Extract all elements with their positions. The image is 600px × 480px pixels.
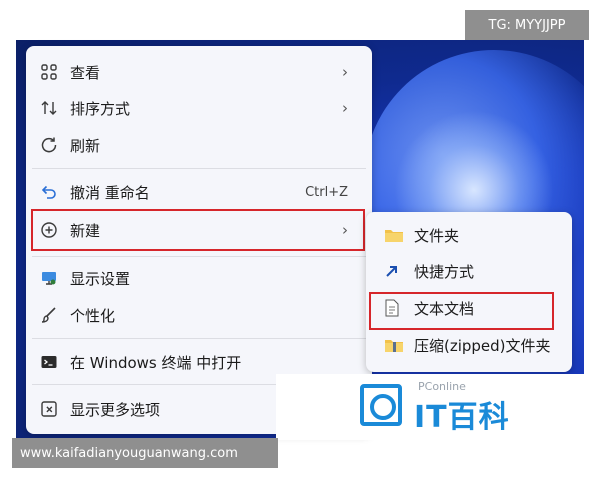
menu-item-personalize[interactable]: 个性化 bbox=[32, 297, 366, 333]
submenu-item-zip-folder[interactable]: 压缩(zipped)文件夹 bbox=[372, 328, 566, 362]
menu-item-label: 在 Windows 终端 中打开 bbox=[70, 353, 242, 372]
menu-item-view[interactable]: 查看 › bbox=[32, 54, 366, 90]
more-icon bbox=[40, 400, 70, 418]
menu-item-undo-rename[interactable]: 撤消 重命名 Ctrl+Z bbox=[32, 174, 366, 210]
terminal-icon bbox=[40, 353, 70, 371]
menu-item-label: 查看 bbox=[70, 63, 101, 82]
tag-label: TG: MYYJJPP bbox=[465, 10, 589, 40]
menu-divider bbox=[32, 256, 366, 257]
menu-divider bbox=[32, 338, 366, 339]
menu-item-label: 显示设置 bbox=[70, 269, 131, 288]
undo-icon bbox=[40, 183, 70, 201]
grid-icon bbox=[40, 63, 70, 81]
menu-item-label: 撤消 重命名 bbox=[70, 183, 150, 202]
submenu-item-label: 快捷方式 bbox=[414, 262, 475, 281]
menu-divider bbox=[32, 168, 366, 169]
submenu-item-label: 压缩(zipped)文件夹 bbox=[414, 336, 551, 355]
menu-item-label: 刷新 bbox=[70, 136, 101, 155]
refresh-icon bbox=[40, 136, 70, 154]
menu-item-label: 排序方式 bbox=[70, 99, 131, 118]
logo-name: IT百科 bbox=[414, 400, 510, 435]
shortcut-label: Ctrl+Z bbox=[305, 184, 348, 200]
display-icon bbox=[40, 269, 70, 287]
highlight-new-item bbox=[31, 209, 365, 251]
menu-item-display-settings[interactable]: 显示设置 bbox=[32, 260, 366, 296]
submenu-item-label: 文件夹 bbox=[414, 226, 460, 245]
shortcut-icon bbox=[384, 263, 414, 279]
highlight-text-document bbox=[369, 292, 554, 330]
chevron-right-icon: › bbox=[342, 63, 348, 81]
menu-item-sort[interactable]: 排序方式 › bbox=[32, 90, 366, 126]
brush-icon bbox=[40, 306, 70, 324]
pconline-logo: PConline IT百科 bbox=[276, 374, 584, 440]
site-watermark: www.kaifadianyouguanwang.com bbox=[12, 438, 278, 468]
magnifier-logo-icon bbox=[360, 384, 402, 426]
zip-folder-icon bbox=[384, 337, 414, 353]
menu-item-refresh[interactable]: 刷新 bbox=[32, 127, 366, 163]
submenu-item-folder[interactable]: 文件夹 bbox=[372, 218, 566, 252]
submenu-item-shortcut[interactable]: 快捷方式 bbox=[372, 254, 566, 288]
chevron-right-icon: › bbox=[342, 99, 348, 117]
folder-icon bbox=[384, 227, 414, 243]
menu-item-label: 个性化 bbox=[70, 306, 116, 325]
sort-icon bbox=[40, 99, 70, 117]
